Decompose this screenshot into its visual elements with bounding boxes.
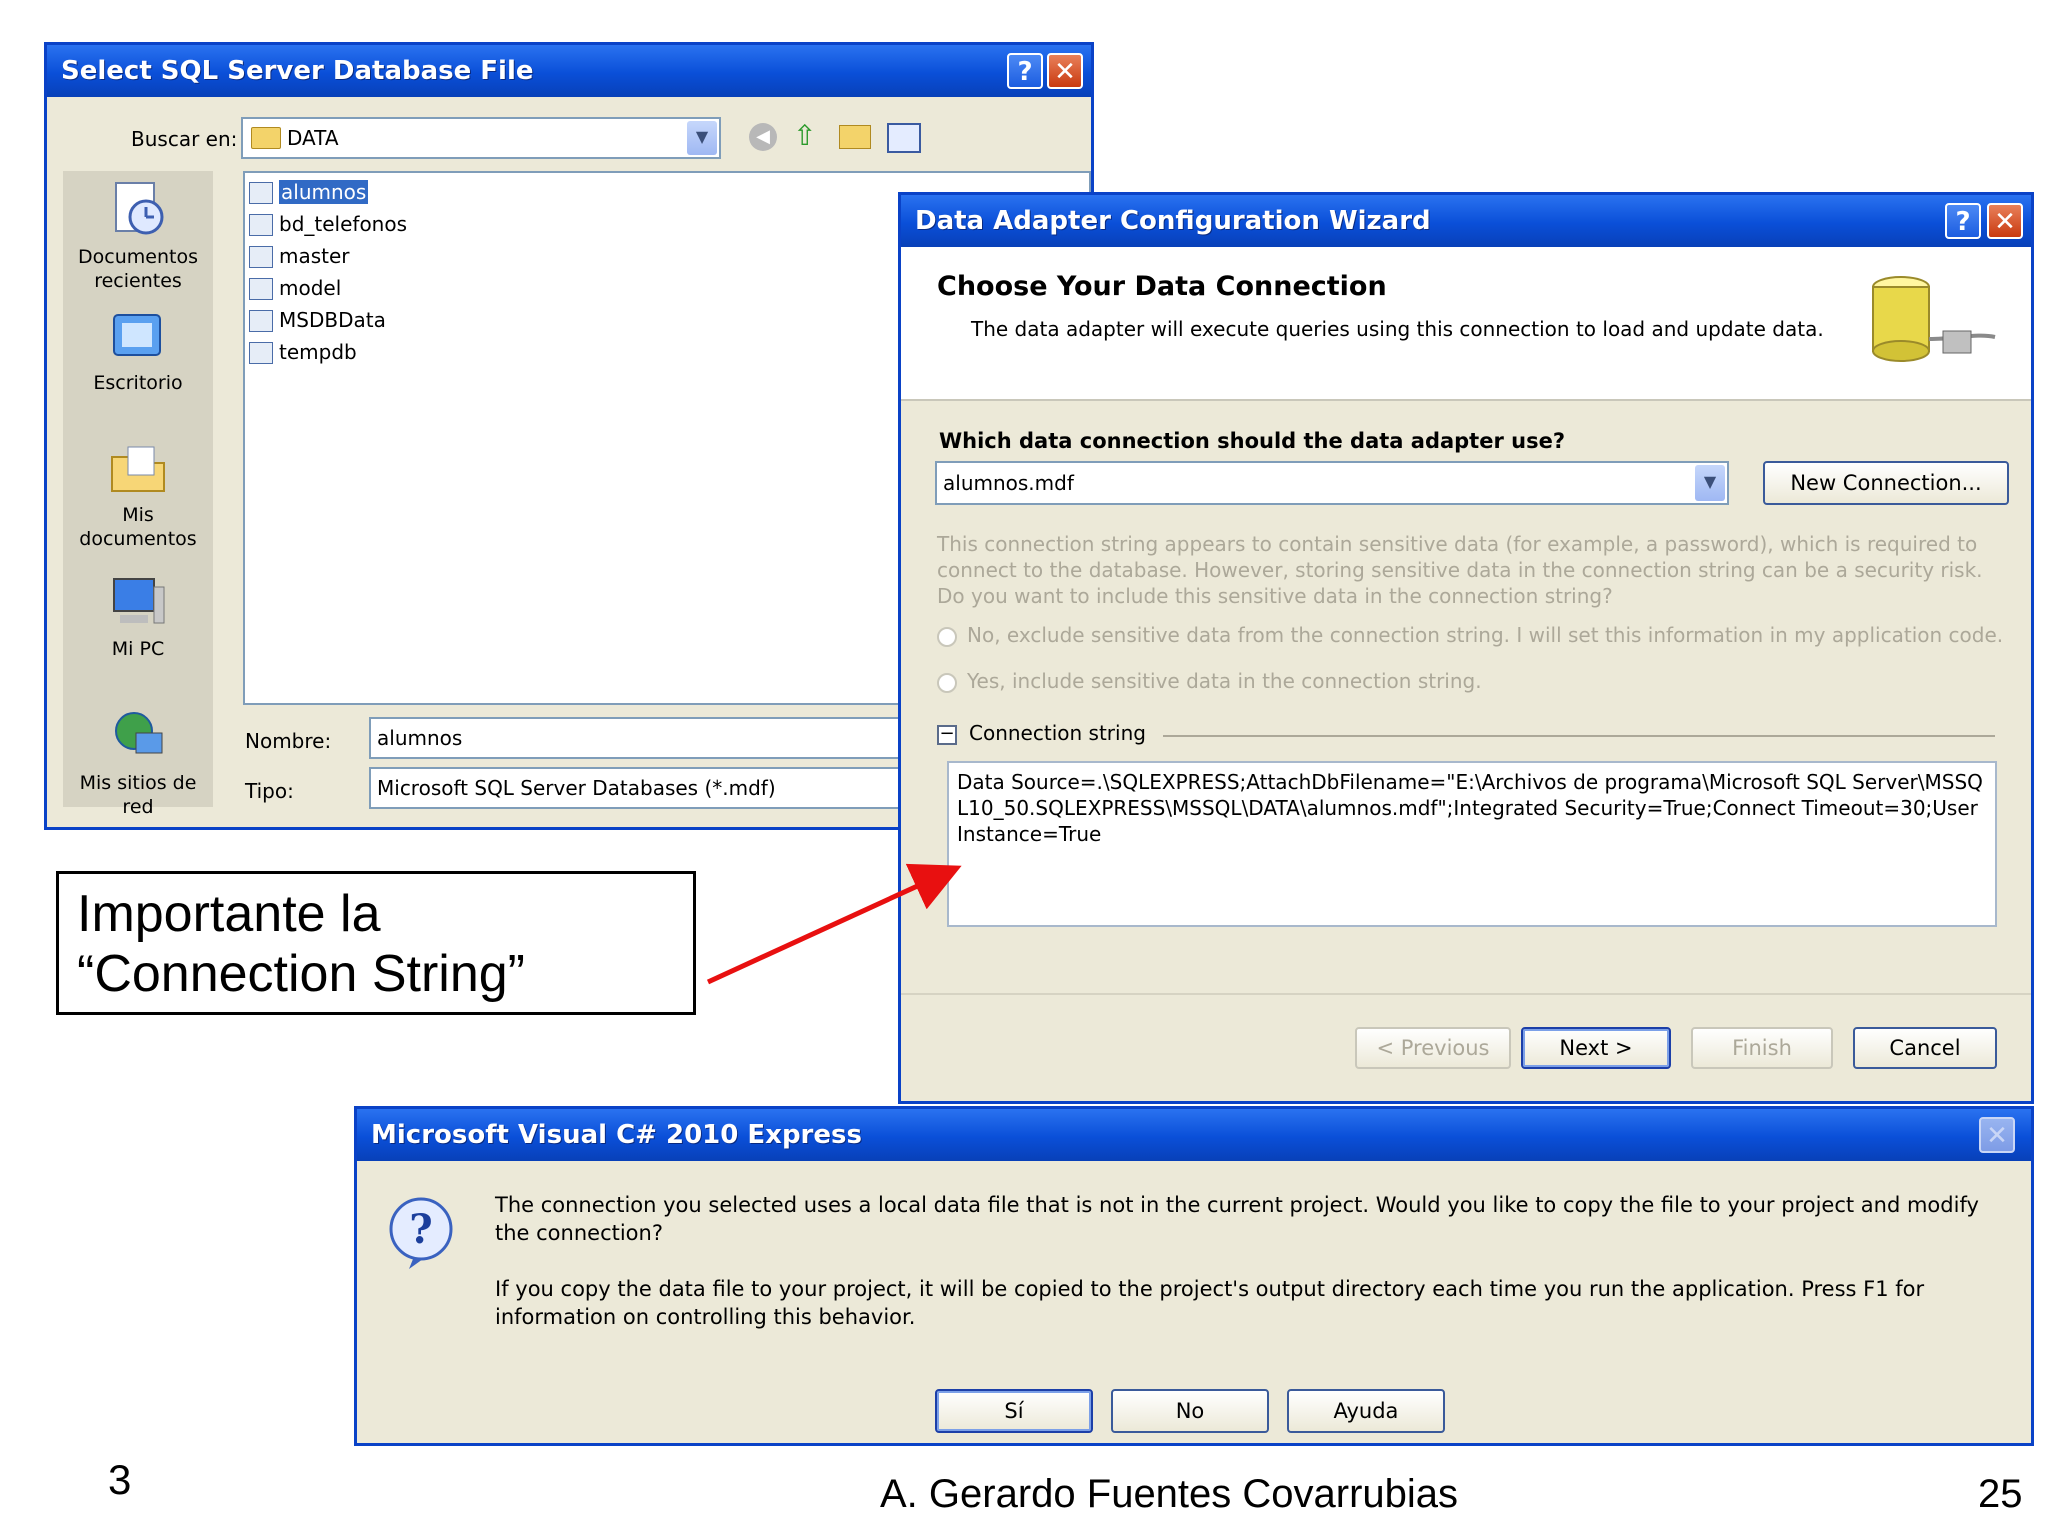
cancel-button[interactable]: Cancel: [1853, 1027, 1997, 1069]
place-label: Mis sitios de red: [79, 772, 197, 818]
database-connection-icon: [1872, 276, 1996, 362]
my-documents-icon: [111, 446, 165, 492]
view-menu-icon[interactable]: [887, 123, 921, 153]
place-recent-documents[interactable]: Documentos recientes: [63, 179, 213, 293]
place-label: Documentos recientes: [78, 246, 198, 292]
back-icon[interactable]: ◀: [749, 123, 777, 151]
wizard-heading: Choose Your Data Connection: [937, 271, 1387, 302]
name-label: Nombre:: [245, 729, 332, 753]
new-connection-button[interactable]: New Connection...: [1763, 461, 2009, 505]
connection-select-value: alumnos.mdf: [943, 471, 1074, 495]
file-item[interactable]: master: [249, 241, 350, 271]
file-dialog-title: Select SQL Server Database File: [47, 45, 1091, 97]
collapse-icon[interactable]: −: [937, 725, 957, 745]
radio-exclude-label: No, exclude sensitive data from the conn…: [967, 623, 2004, 647]
radio-include-label: Yes, include sensitive data in the conne…: [967, 669, 1482, 693]
place-network[interactable]: Mis sitios de red: [63, 707, 213, 819]
close-button[interactable]: ✕: [1987, 203, 2023, 239]
my-computer-icon: [113, 578, 165, 624]
name-input[interactable]: alumnos: [369, 717, 929, 759]
file-item[interactable]: tempdb: [249, 337, 357, 367]
type-select[interactable]: Microsoft SQL Server Databases (*.mdf): [369, 767, 929, 809]
next-button[interactable]: Next >: [1521, 1027, 1671, 1069]
file-item[interactable]: bd_telefonos: [249, 209, 407, 239]
page-number: 25: [1978, 1472, 2023, 1516]
place-desktop[interactable]: Escritorio: [63, 309, 213, 395]
folder-icon: [251, 127, 281, 149]
close-button[interactable]: ✕: [1979, 1117, 2015, 1153]
divider: [1163, 735, 1995, 737]
up-folder-icon[interactable]: ⇧: [793, 121, 823, 151]
places-bar: Documentos recientes Escritorio Mis docu…: [63, 171, 213, 818]
file-item[interactable]: model: [249, 273, 341, 303]
database-file-icon: [249, 246, 273, 268]
close-button[interactable]: ✕: [1047, 53, 1083, 89]
sensitive-data-text: This connection string appears to contai…: [937, 532, 1983, 608]
no-button[interactable]: No: [1111, 1389, 1269, 1433]
callout-box: Importante la “Connection String”: [56, 871, 696, 1015]
desktop-icon: [113, 314, 161, 356]
wizard-title: Data Adapter Configuration Wizard: [901, 195, 2031, 247]
file-item[interactable]: MSDBData: [249, 305, 386, 335]
network-places-icon: [115, 712, 163, 754]
message-text-2: If you copy the data file to your projec…: [495, 1277, 1925, 1329]
connection-string-value: Data Source=.\SQLEXPRESS;AttachDbFilenam…: [957, 770, 1983, 846]
finish-button[interactable]: Finish: [1691, 1027, 1833, 1069]
connection-string-box[interactable]: Data Source=.\SQLEXPRESS;AttachDbFilenam…: [947, 761, 1997, 927]
place-my-computer[interactable]: Mi PC: [63, 573, 213, 661]
recent-documents-icon: [115, 182, 164, 235]
place-label: Escritorio: [93, 372, 183, 394]
wizard-subheading: The data adapter will execute queries us…: [971, 317, 1824, 341]
author-name: A. Gerardo Fuentes Covarrubias: [880, 1472, 1459, 1516]
yes-button[interactable]: Sí: [935, 1389, 1093, 1433]
wizard-divider: [901, 993, 2031, 995]
message-box-title: Microsoft Visual C# 2010 Express: [357, 1109, 2031, 1161]
database-file-icon: [249, 214, 273, 236]
chevron-down-icon[interactable]: ▼: [687, 121, 717, 155]
callout-text: Importante la “Connection String”: [77, 885, 525, 1003]
look-in-value: DATA: [287, 126, 339, 150]
radio-exclude-sensitive[interactable]: [937, 627, 957, 647]
place-label: Mi PC: [111, 638, 165, 660]
new-folder-icon[interactable]: [839, 125, 871, 149]
help-button[interactable]: ?: [1007, 53, 1043, 89]
chapter-number: 3: [108, 1456, 132, 1503]
database-file-icon: [249, 310, 273, 332]
connection-select[interactable]: alumnos.mdf ▼: [935, 461, 1729, 505]
database-file-icon: [249, 342, 273, 364]
connection-question: Which data connection should the data ad…: [939, 429, 1566, 453]
message-text-1: The connection you selected uses a local…: [495, 1193, 1979, 1245]
chevron-down-icon[interactable]: ▼: [1695, 465, 1725, 501]
look-in-label: Buscar en:: [131, 127, 238, 151]
place-label: Mis documentos: [79, 504, 197, 550]
svg-text:?: ?: [409, 1206, 432, 1253]
file-item[interactable]: alumnos: [249, 177, 369, 207]
help-text-button[interactable]: Ayuda: [1287, 1389, 1445, 1433]
message-box-window: Microsoft Visual C# 2010 Express ✕ ? The…: [354, 1106, 2034, 1446]
connection-string-label: Connection string: [969, 721, 1146, 745]
look-in-combo[interactable]: DATA ▼: [241, 117, 721, 159]
help-button[interactable]: ?: [1945, 203, 1981, 239]
radio-include-sensitive[interactable]: [937, 673, 957, 693]
type-label: Tipo:: [245, 779, 294, 803]
place-my-documents[interactable]: Mis documentos: [63, 439, 213, 551]
database-file-icon: [249, 278, 273, 300]
database-file-icon: [249, 182, 273, 204]
wizard-window: Data Adapter Configuration Wizard ? ✕ Ch…: [898, 192, 2034, 1104]
previous-button[interactable]: < Previous: [1355, 1027, 1511, 1069]
question-icon: ?: [389, 1197, 453, 1269]
